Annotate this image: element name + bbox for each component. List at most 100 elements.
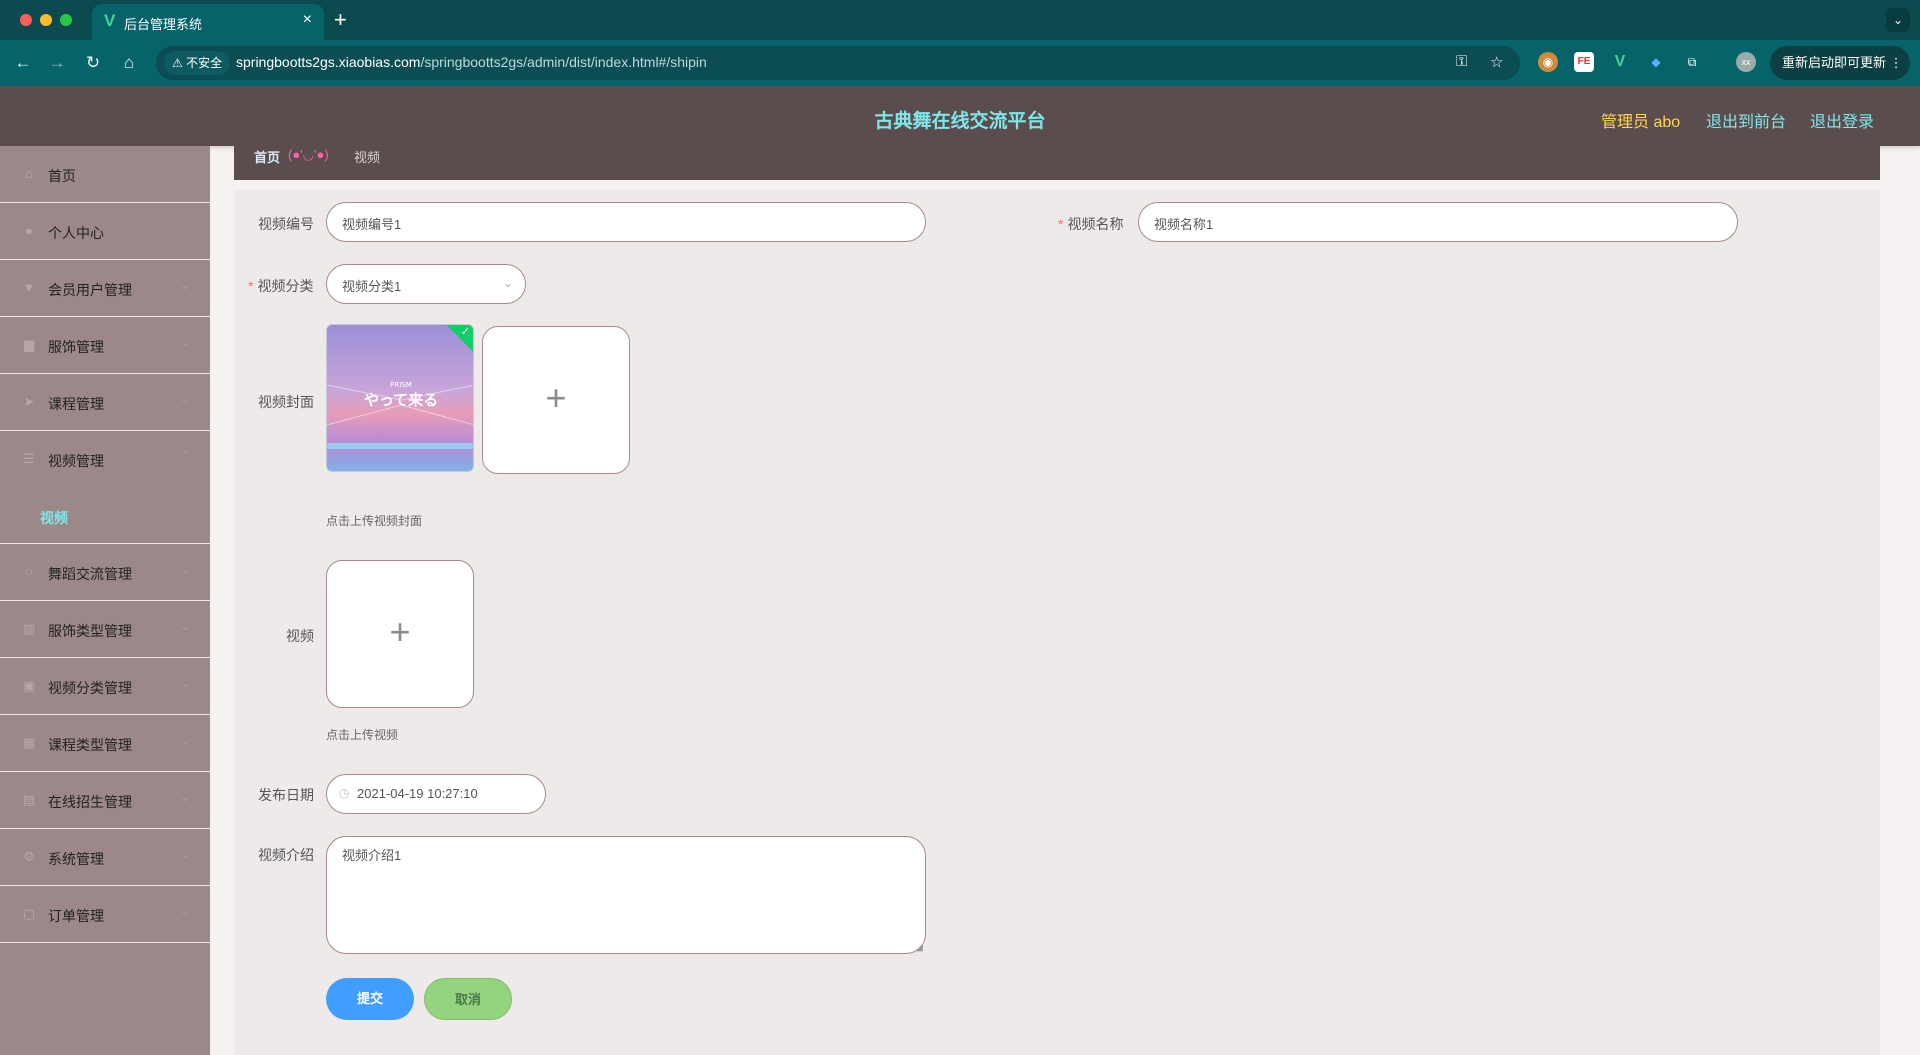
- vue-logo-icon: V: [104, 11, 116, 30]
- browser-toolbar: ← → ↻ ⌂ ⚠ 不安全 springbootts2gs.xiaobias.c…: [0, 40, 1920, 86]
- clock-icon: ◷: [339, 786, 350, 800]
- video-no-label: 视频编号: [258, 216, 314, 232]
- sidebar: ⌂ 首页 ● 个人中心 ▼ 会员用户管理 ⌄ ▆ 服饰管理 ⌄ ➤ 课程管理 ⌄…: [0, 146, 210, 1055]
- sidebar-item-home[interactable]: ⌂ 首页: [0, 146, 210, 203]
- sidebar-item-label: 在线招生管理: [48, 794, 132, 810]
- extension-vue-icon[interactable]: V: [1610, 52, 1630, 72]
- resize-handle-icon[interactable]: ◢: [915, 942, 923, 953]
- sidebar-item-enrollment[interactable]: ▤ 在线招生管理 ⌄: [0, 772, 210, 829]
- chevron-down-icon: ⌄: [179, 676, 190, 690]
- check-icon: ✓: [460, 326, 470, 338]
- sidebar-item-label: 首页: [48, 168, 76, 184]
- image-icon: ▣: [22, 678, 36, 693]
- sidebar-item-label: 服饰管理: [48, 339, 104, 355]
- extension-face-icon[interactable]: ◉: [1538, 52, 1558, 72]
- order-icon: ▢: [22, 906, 36, 921]
- sidebar-item-label: 服饰类型管理: [48, 623, 132, 639]
- reload-icon[interactable]: ↻: [82, 52, 104, 74]
- tab-title: 后台管理系统: [124, 17, 203, 32]
- plus-icon: +: [545, 377, 567, 418]
- video-name-label: * 视频名称: [1058, 216, 1124, 232]
- sidebar-item-label: 会员用户管理: [48, 282, 132, 298]
- exit-to-front-link[interactable]: 退出到前台: [1706, 108, 1786, 132]
- key-icon[interactable]: ⚿: [1456, 53, 1467, 70]
- update-button[interactable]: 重新启动即可更新 ⋮: [1770, 46, 1910, 80]
- breadcrumb-separator: (●'◡'●): [288, 147, 329, 162]
- video-name-input[interactable]: 视频名称1: [1138, 202, 1738, 242]
- chevron-down-icon: ⌄: [179, 278, 190, 292]
- submit-button[interactable]: 提交: [326, 978, 414, 1020]
- close-window-button[interactable]: [20, 14, 32, 26]
- cancel-button[interactable]: 取消: [424, 978, 512, 1020]
- minimize-window-button[interactable]: [40, 14, 52, 26]
- category-select[interactable]: 视频分类1 ⌄: [326, 264, 526, 304]
- date-picker[interactable]: ◷ 2021-04-19 10:27:10: [326, 774, 546, 814]
- cover-upload-hint: 点击上传视频封面: [326, 514, 423, 528]
- sidebar-item-label: 舞蹈交流管理: [48, 566, 132, 582]
- sidebar-item-course-type[interactable]: ▦ 课程类型管理 ⌄: [0, 715, 210, 772]
- chevron-down-icon: ⌄: [179, 847, 190, 861]
- video-upload-hint: 点击上传视频: [326, 728, 399, 742]
- new-tab-button[interactable]: +: [334, 7, 347, 33]
- chevron-up-icon: ⌃: [179, 449, 190, 463]
- sidebar-subitem-video[interactable]: 视频: [0, 488, 210, 544]
- forward-icon[interactable]: →: [46, 52, 68, 74]
- back-icon[interactable]: ←: [12, 52, 34, 74]
- date-label: 发布日期: [258, 787, 314, 803]
- plus-icon: +: [389, 611, 411, 652]
- list-icon: ☰: [23, 451, 35, 466]
- sidebar-item-costume[interactable]: ▆ 服饰管理 ⌄: [0, 317, 210, 374]
- extension-fe-icon[interactable]: FE: [1574, 52, 1594, 72]
- chevron-down-icon: ⌄: [179, 562, 190, 576]
- url-text[interactable]: springbootts2gs.xiaobias.com/springboott…: [236, 54, 707, 70]
- insecure-badge[interactable]: ⚠ 不安全: [164, 51, 231, 75]
- sidebar-item-label: 系统管理: [48, 851, 104, 867]
- category-label: * 视频分类: [248, 278, 314, 294]
- tab-close-icon[interactable]: ×: [303, 11, 312, 29]
- sidebar-item-costume-type[interactable]: ▥ 服饰类型管理 ⌄: [0, 601, 210, 658]
- video-name-value: 视频名称1: [1154, 217, 1214, 232]
- browser-tab[interactable]: V 后台管理系统 ×: [92, 4, 324, 40]
- logout-link[interactable]: 退出登录: [1810, 108, 1874, 132]
- sidebar-item-personal-center[interactable]: ● 个人中心: [0, 203, 210, 260]
- sidebar-item-orders[interactable]: ▢ 订单管理 ⌄: [0, 886, 210, 943]
- intro-value: 视频介绍1: [342, 848, 402, 863]
- sidebar-item-video[interactable]: ☰ 视频管理 ⌃: [0, 431, 210, 488]
- extensions-puzzle-icon[interactable]: ⧉: [1682, 52, 1702, 72]
- breadcrumb-home[interactable]: 首页: [254, 147, 280, 166]
- sidebar-item-course[interactable]: ➤ 课程管理 ⌄: [0, 374, 210, 431]
- settings-icon: ⚙: [23, 849, 35, 864]
- breadcrumb-current: 视频: [354, 150, 381, 165]
- app-header: 古典舞在线交流平台 管理员 abo 退出到前台 退出登录: [0, 86, 1920, 146]
- intro-textarea[interactable]: 视频介绍1 ◢: [326, 836, 926, 954]
- video-upload-button[interactable]: +: [326, 560, 474, 708]
- address-bar[interactable]: ⚠ 不安全 springbootts2gs.xiaobias.com/sprin…: [156, 46, 1520, 80]
- sidebar-item-video-category[interactable]: ▣ 视频分类管理 ⌄: [0, 658, 210, 715]
- chevron-down-icon: ⌄: [502, 276, 513, 290]
- maximize-window-button[interactable]: [60, 14, 72, 26]
- extension-gem-icon[interactable]: ◆: [1646, 52, 1666, 72]
- document-icon: ▤: [22, 792, 36, 807]
- bookmark-star-icon[interactable]: ☆: [1490, 53, 1503, 71]
- bar-chart-icon: ▥: [22, 621, 36, 636]
- cover-upload-button[interactable]: +: [482, 326, 630, 474]
- circle-icon: ○: [25, 564, 33, 579]
- video-no-input[interactable]: 视频编号1: [326, 202, 926, 242]
- breadcrumb: 首页 (●'◡'●) 视频: [234, 146, 1880, 180]
- cover-thumbnail[interactable]: PRISM やって来る ✓: [326, 324, 474, 472]
- chevron-down-icon: ⌄: [179, 335, 190, 349]
- sidebar-item-label: 课程管理: [48, 396, 104, 412]
- chevron-down-icon: ⌄: [179, 619, 190, 633]
- sidebar-item-label: 视频管理: [48, 453, 104, 469]
- user-icon: ●: [25, 223, 33, 238]
- profile-avatar[interactable]: xx: [1736, 52, 1756, 72]
- tab-search-icon[interactable]: ⌄: [1886, 8, 1910, 32]
- sidebar-item-dance-exchange[interactable]: ○ 舞蹈交流管理 ⌄: [0, 544, 210, 601]
- send-icon: ➤: [23, 394, 35, 409]
- sidebar-item-system[interactable]: ⚙ 系统管理 ⌄: [0, 829, 210, 886]
- current-user-label: 管理员 abo: [1601, 114, 1681, 131]
- sidebar-item-member-users[interactable]: ▼ 会员用户管理 ⌄: [0, 260, 210, 317]
- cover-label: 视频封面: [258, 394, 314, 410]
- video-no-value: 视频编号1: [342, 217, 402, 232]
- home-icon[interactable]: ⌂: [118, 52, 140, 74]
